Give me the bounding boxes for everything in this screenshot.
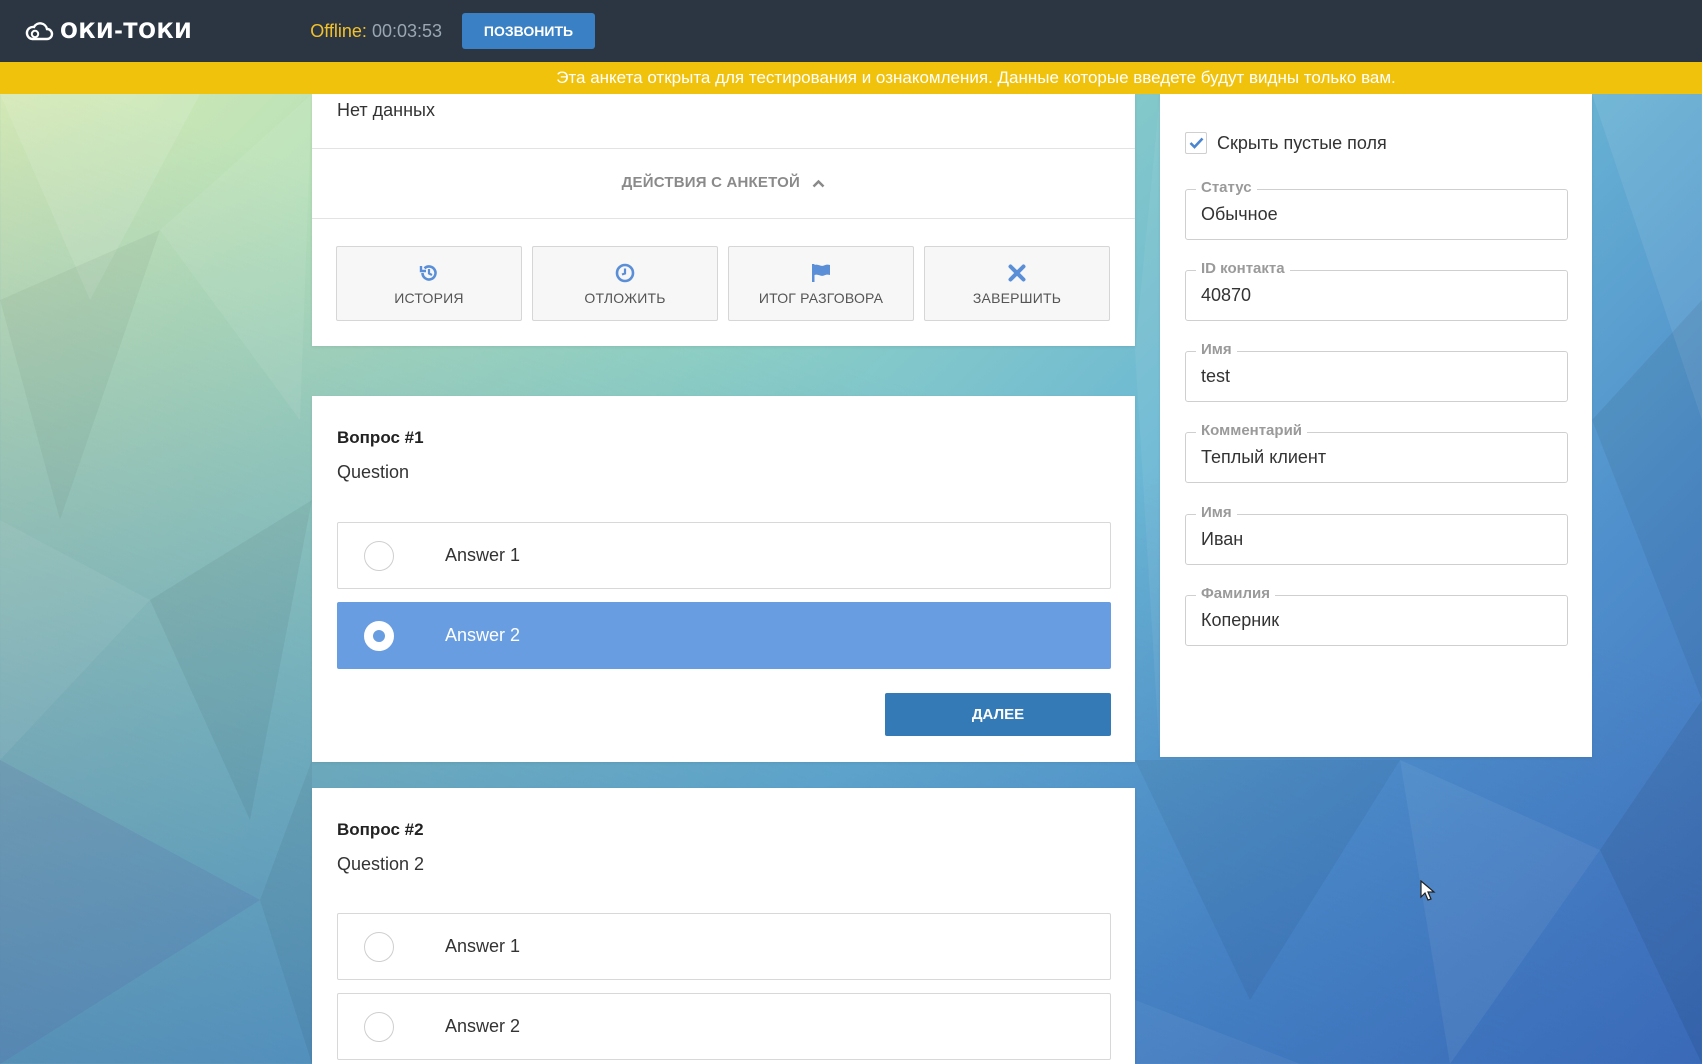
actions-title: ДЕЙСТВИЯ С АНКЕТОЙ (621, 174, 800, 191)
field-value: Коперник (1201, 610, 1280, 630)
questionnaire-summary-card: Нет данных ДЕЙСТВИЯ С АНКЕТОЙ ИСТОРИЯ ОТ… (312, 94, 1135, 346)
top-bar: ОКИ-ТОКИ Offline: 00:03:53 ПОЗВОНИТЬ (0, 0, 1702, 62)
answer-label: Answer 2 (445, 625, 521, 645)
clock-icon (615, 263, 635, 282)
mouse-cursor-icon (1420, 880, 1436, 901)
close-icon (1008, 264, 1026, 281)
logo-text: ОКИ-ТОКИ (60, 19, 193, 43)
radio-button-selected[interactable] (364, 620, 394, 651)
contact-id-field[interactable]: ID контакта 40870 (1185, 260, 1568, 321)
field-label: Статус (1196, 179, 1257, 196)
status-label: Offline: (310, 20, 367, 41)
radio-button[interactable] (364, 931, 394, 962)
contact-panel: Скрыть пустые поля Статус Обычное ID кон… (1160, 94, 1592, 757)
last-name-field[interactable]: Фамилия Коперник (1185, 585, 1568, 646)
postpone-button[interactable]: ОТЛОЖИТЬ (532, 246, 718, 321)
checkmark-icon (1189, 137, 1203, 149)
hide-empty-checkbox[interactable] (1185, 132, 1207, 154)
hide-empty-label: Скрыть пустые поля (1217, 132, 1387, 153)
history-label: ИСТОРИЯ (394, 289, 464, 306)
question-title: Вопрос #2 (337, 820, 424, 839)
postpone-label: ОТЛОЖИТЬ (584, 289, 666, 306)
history-icon (419, 264, 437, 281)
test-mode-banner: Эта анкета открыта для тестирования и оз… (0, 62, 1702, 94)
question-card-2: Вопрос #2 Question 2 Answer 1 Answer 2 (312, 788, 1135, 1064)
call-result-label: ИТОГ РАЗГОВОРА (758, 289, 884, 306)
field-value: 40870 (1201, 285, 1252, 305)
logo[interactable]: ОКИ-ТОКИ (24, 19, 192, 43)
cloud-logo-icon (25, 22, 54, 41)
next-button[interactable]: ДАЛЕЕ (885, 693, 1111, 736)
question-title: Вопрос #1 (337, 428, 424, 447)
answer-option[interactable]: Answer 1 (337, 522, 1111, 589)
field-value: Теплый клиент (1201, 447, 1327, 467)
actions-row: ИСТОРИЯ ОТЛОЖИТЬ ИТОГ РАЗГОВОРА ЗАВЕРШИТ… (336, 246, 1110, 321)
field-label: Имя (1196, 341, 1237, 358)
chevron-up-icon (812, 179, 825, 187)
hide-empty-toggle[interactable]: Скрыть пустые поля (1185, 132, 1387, 154)
field-value: test (1201, 366, 1231, 386)
no-data-text: Нет данных (337, 100, 435, 120)
status-timer: 00:03:53 (371, 20, 443, 41)
answer-label: Answer 2 (445, 1016, 521, 1036)
status-field[interactable]: Статус Обычное (1185, 179, 1568, 240)
divider (312, 218, 1135, 219)
answer-option[interactable]: Answer 2 (337, 993, 1111, 1060)
question-text: Question 2 (337, 854, 425, 874)
field-label: Имя (1196, 504, 1237, 521)
banner-text: Эта анкета открыта для тестирования и оз… (556, 68, 1396, 87)
comment-field[interactable]: Комментарий Теплый клиент (1185, 422, 1568, 483)
radio-button[interactable] (364, 540, 394, 571)
divider (312, 148, 1135, 149)
field-label: Фамилия (1196, 585, 1275, 602)
finish-button[interactable]: ЗАВЕРШИТЬ (924, 246, 1110, 321)
actions-toggle[interactable]: ДЕЙСТВИЯ С АНКЕТОЙ (312, 174, 1135, 191)
answer-label: Answer 1 (445, 936, 521, 956)
question-card-1: Вопрос #1 Question Answer 1 Answer 2 ДАЛ… (312, 396, 1135, 762)
flag-icon (812, 263, 830, 282)
call-result-button[interactable]: ИТОГ РАЗГОВОРА (728, 246, 914, 321)
field-value: Обычное (1201, 204, 1278, 224)
question-text: Question (337, 462, 410, 482)
field-label: ID контакта (1196, 260, 1290, 277)
call-button[interactable]: ПОЗВОНИТЬ (462, 13, 596, 49)
answer-option-selected[interactable]: Answer 2 (337, 602, 1111, 669)
history-button[interactable]: ИСТОРИЯ (336, 246, 522, 321)
field-value: Иван (1201, 529, 1244, 549)
radio-button[interactable] (364, 1011, 394, 1042)
connection-status: Offline: 00:03:53 (310, 21, 442, 42)
answer-option[interactable]: Answer 1 (337, 913, 1111, 980)
field-label: Комментарий (1196, 422, 1308, 439)
first-name-field[interactable]: Имя Иван (1185, 504, 1568, 565)
name-field[interactable]: Имя test (1185, 341, 1568, 402)
finish-label: ЗАВЕРШИТЬ (972, 289, 1062, 306)
answer-label: Answer 1 (445, 545, 521, 565)
